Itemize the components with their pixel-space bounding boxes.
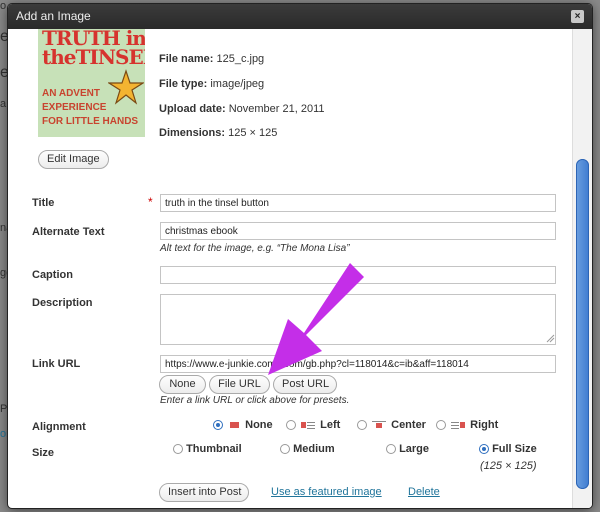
align-right-icon [451, 422, 466, 430]
upload-date-row: Upload date: November 21, 2011 [159, 103, 325, 115]
file-type-row: File type: image/jpeg [159, 78, 264, 90]
file-name-value: 125_c.jpg [216, 53, 265, 65]
radio-icon[interactable] [280, 444, 290, 455]
file-type-label: File type: [159, 78, 208, 90]
radio-icon[interactable] [173, 444, 183, 455]
file-type-value: image/jpeg [210, 78, 265, 90]
required-mark: * [148, 195, 153, 209]
use-as-featured-image-link[interactable]: Use as featured image [271, 486, 382, 498]
align-none-label: None [245, 419, 273, 431]
thumbnail-subtitle-line: FOR LITTLE HANDS [42, 116, 139, 127]
dialog-content: TRUTH in theTINSEL AN ADVENT EXPERIENCE … [8, 29, 572, 508]
dialog-title: Add an Image [16, 9, 91, 23]
link-none-button[interactable]: None [159, 375, 206, 394]
align-none-icon [230, 422, 240, 429]
size-full-label: Full Size [492, 443, 537, 455]
size-option-medium[interactable]: Medium [280, 443, 335, 455]
dimensions-row: Dimensions: 125 × 125 [159, 127, 277, 139]
size-label: Size [32, 447, 55, 459]
radio-icon[interactable] [286, 420, 296, 431]
align-left-icon [301, 422, 316, 430]
image-thumbnail: TRUTH in theTINSEL AN ADVENT EXPERIENCE … [38, 29, 145, 137]
alternate-text-input[interactable]: christmas ebook [160, 222, 556, 240]
bg-text-fragment: a [0, 98, 7, 110]
scrollbar-thumb[interactable] [576, 159, 589, 489]
resize-handle-icon[interactable] [546, 334, 555, 343]
annotation-arrow-icon [268, 263, 364, 375]
file-name-row: File name: 125_c.jpg [159, 53, 264, 65]
caption-label: Caption [32, 269, 73, 281]
align-option-right[interactable]: Right [436, 419, 498, 431]
title-label: Title [32, 197, 55, 209]
radio-selected-icon[interactable] [479, 444, 489, 455]
insert-into-post-button[interactable]: Insert into Post [159, 483, 249, 502]
radio-icon[interactable] [436, 420, 446, 431]
thumbnail-title: TRUTH in theTINSEL [42, 29, 145, 67]
radio-icon[interactable] [357, 420, 367, 431]
size-option-large[interactable]: Large [386, 443, 429, 455]
close-button[interactable]: × [571, 10, 584, 23]
dialog-titlebar: Add an Image [8, 4, 592, 29]
title-input[interactable]: truth in the tinsel button [160, 194, 556, 212]
radio-selected-icon[interactable] [213, 420, 223, 431]
full-size-dimensions: (125 × 125) [480, 460, 537, 472]
add-image-dialog: Add an Image × TRUTH in theTINSEL AN ADV… [8, 4, 592, 508]
align-center-icon [372, 421, 387, 429]
size-option-thumbnail[interactable]: Thumbnail [173, 443, 242, 455]
thumbnail-subtitle-line: EXPERIENCE [42, 102, 107, 113]
upload-date-value: November 21, 2011 [228, 103, 325, 115]
description-label: Description [32, 297, 93, 309]
link-url-label: Link URL [32, 358, 81, 370]
thumbnail-subtitle: AN ADVENT EXPERIENCE FOR LITTLE HANDS [42, 87, 138, 129]
thumbnail-title-line: theTINSEL [42, 45, 145, 69]
size-thumbnail-label: Thumbnail [186, 443, 242, 455]
align-center-label: Center [391, 419, 426, 431]
align-option-left[interactable]: Left [286, 419, 340, 431]
size-medium-label: Medium [293, 443, 335, 455]
alternate-text-label: Alternate Text [32, 226, 105, 238]
dimensions-value: 125 × 125 [228, 127, 278, 139]
link-url-hint: Enter a link URL or click above for pres… [160, 395, 350, 406]
align-right-label: Right [470, 419, 499, 431]
edit-image-button[interactable]: Edit Image [38, 150, 109, 169]
alt-text-hint: Alt text for the image, e.g. “The Mona L… [160, 243, 350, 254]
delete-link[interactable]: Delete [408, 486, 440, 498]
scrollbar[interactable] [572, 29, 592, 508]
alignment-label: Alignment [32, 421, 86, 433]
upload-date-label: Upload date: [159, 103, 226, 115]
align-option-center[interactable]: Center [357, 419, 426, 431]
align-left-label: Left [320, 419, 341, 431]
dimensions-label: Dimensions: [159, 127, 226, 139]
radio-icon[interactable] [386, 444, 396, 455]
size-option-full[interactable]: Full Size [479, 443, 537, 455]
file-name-label: File name: [159, 53, 214, 65]
align-option-none[interactable]: None [213, 419, 273, 431]
thumbnail-subtitle-line: AN ADVENT [42, 88, 100, 99]
size-large-label: Large [399, 443, 430, 455]
bg-text-fragment: o [0, 0, 7, 12]
